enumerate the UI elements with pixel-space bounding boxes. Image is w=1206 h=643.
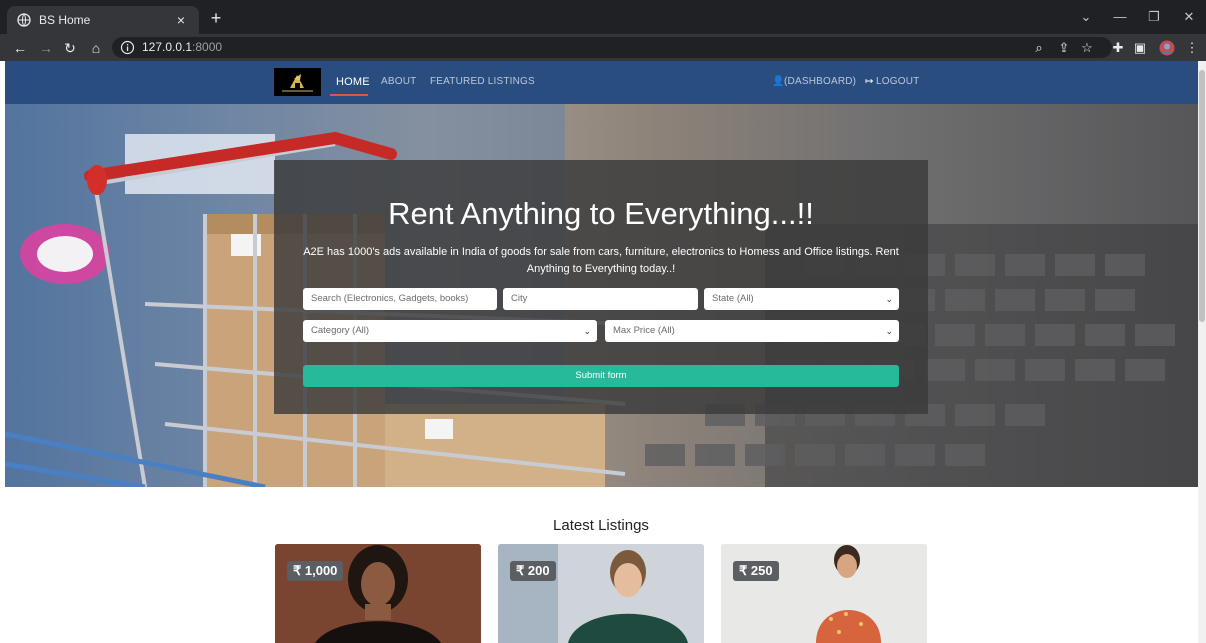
tab-search-icon[interactable]: ⌄ — [1074, 8, 1098, 26]
bookmark-star-icon[interactable]: ☆ — [1077, 38, 1097, 58]
hero-title: Rent Anything to Everything...!! — [388, 196, 814, 231]
forward-arrow-icon[interactable]: → — [36, 38, 56, 58]
listing-card[interactable]: ₹ 1,000 — [275, 544, 481, 643]
restore-button[interactable]: ❐ — [1142, 8, 1166, 26]
chevron-down-icon: ⌄ — [885, 326, 893, 336]
active-nav-underline — [330, 94, 368, 96]
home-icon[interactable]: ⌂ — [86, 38, 106, 58]
nav-dashboard-link[interactable]: 👤(DASHBOARD) — [772, 76, 856, 87]
close-window-button[interactable]: ✕ — [1177, 8, 1201, 26]
scrollbar-thumb[interactable] — [1199, 70, 1205, 322]
category-select-value: Category (All) — [311, 325, 370, 336]
reload-icon[interactable]: ↻ — [60, 38, 80, 58]
latest-listings-heading: Latest Listings — [553, 517, 649, 534]
zoom-icon[interactable]: ⌕ — [1029, 38, 1049, 58]
nav-dashboard-label: (DASHBOARD) — [784, 76, 857, 87]
state-select[interactable]: State (All) ⌄ — [704, 288, 899, 310]
price-badge: ₹ 250 — [733, 561, 779, 581]
submit-button[interactable]: Submit form — [303, 365, 899, 387]
extensions-icon[interactable]: ✚ — [1108, 38, 1128, 58]
url-text: 127.0.0.1:8000 — [142, 40, 222, 54]
nav-link-home[interactable]: HOME — [336, 76, 370, 88]
category-select[interactable]: Category (All) ⌄ — [303, 320, 597, 342]
listing-card[interactable]: ₹ 200 — [498, 544, 704, 643]
listing-image — [721, 544, 927, 643]
listing-image — [275, 544, 481, 643]
hero-description: A2E has 1000's ads available in India of… — [303, 246, 899, 275]
listing-image — [498, 544, 704, 643]
globe-icon — [17, 13, 31, 27]
chevron-down-icon: ⌄ — [885, 294, 893, 304]
nav-logout-link[interactable]: ↦ LOGOUT — [865, 76, 919, 87]
browser-tab[interactable]: BS Home × — [7, 6, 199, 34]
profile-avatar-icon[interactable] — [1159, 40, 1175, 56]
browser-menu-icon[interactable]: ⋮ — [1182, 38, 1202, 58]
state-select-value: State (All) — [712, 293, 754, 304]
browser-titlebar: BS Home × + ⌄ — ❐ ✕ — [0, 0, 1206, 34]
max-price-select[interactable]: Max Price (All) ⌄ — [605, 320, 899, 342]
chevron-down-icon: ⌄ — [583, 326, 591, 336]
hero-section: Rent Anything to Everything...!! A2E has… — [5, 104, 1198, 487]
url-port: :8000 — [192, 40, 223, 54]
nav-logout-label: LOGOUT — [876, 76, 920, 87]
site-navbar: HOME ABOUT FEATURED LISTINGS 👤(DASHBOARD… — [5, 61, 1198, 104]
city-input[interactable] — [503, 288, 698, 310]
url-field[interactable]: 127.0.0.1:8000 — [112, 37, 1112, 58]
site-logo[interactable] — [274, 68, 321, 96]
tab-close-icon[interactable]: × — [173, 12, 189, 28]
side-panel-icon[interactable]: ▣ — [1130, 38, 1150, 58]
search-overlay-panel: Rent Anything to Everything...!! A2E has… — [274, 160, 928, 414]
new-tab-button[interactable]: + — [206, 8, 226, 28]
max-price-select-value: Max Price (All) — [613, 325, 675, 336]
info-icon[interactable] — [120, 40, 135, 55]
listing-card[interactable]: ₹ 250 — [721, 544, 927, 643]
user-plus-icon: 👤 — [772, 76, 785, 87]
url-host: 127.0.0.1 — [142, 40, 193, 54]
nav-link-about[interactable]: ABOUT — [381, 76, 416, 87]
minimize-button[interactable]: — — [1108, 8, 1132, 26]
tab-title: BS Home — [39, 13, 91, 27]
back-arrow-icon[interactable]: ← — [10, 38, 30, 58]
address-toolbar: ← → ↻ ⌂ 127.0.0.1:8000 ⌕ ⇪ ☆ ✚ ▣ ⋮ — [0, 34, 1206, 61]
sign-out-icon: ↦ — [865, 76, 874, 87]
price-badge: ₹ 200 — [510, 561, 556, 581]
price-badge: ₹ 1,000 — [287, 561, 344, 581]
share-icon[interactable]: ⇪ — [1054, 38, 1074, 58]
search-input[interactable] — [303, 288, 497, 310]
nav-link-featured-listings[interactable]: FEATURED LISTINGS — [430, 76, 535, 87]
